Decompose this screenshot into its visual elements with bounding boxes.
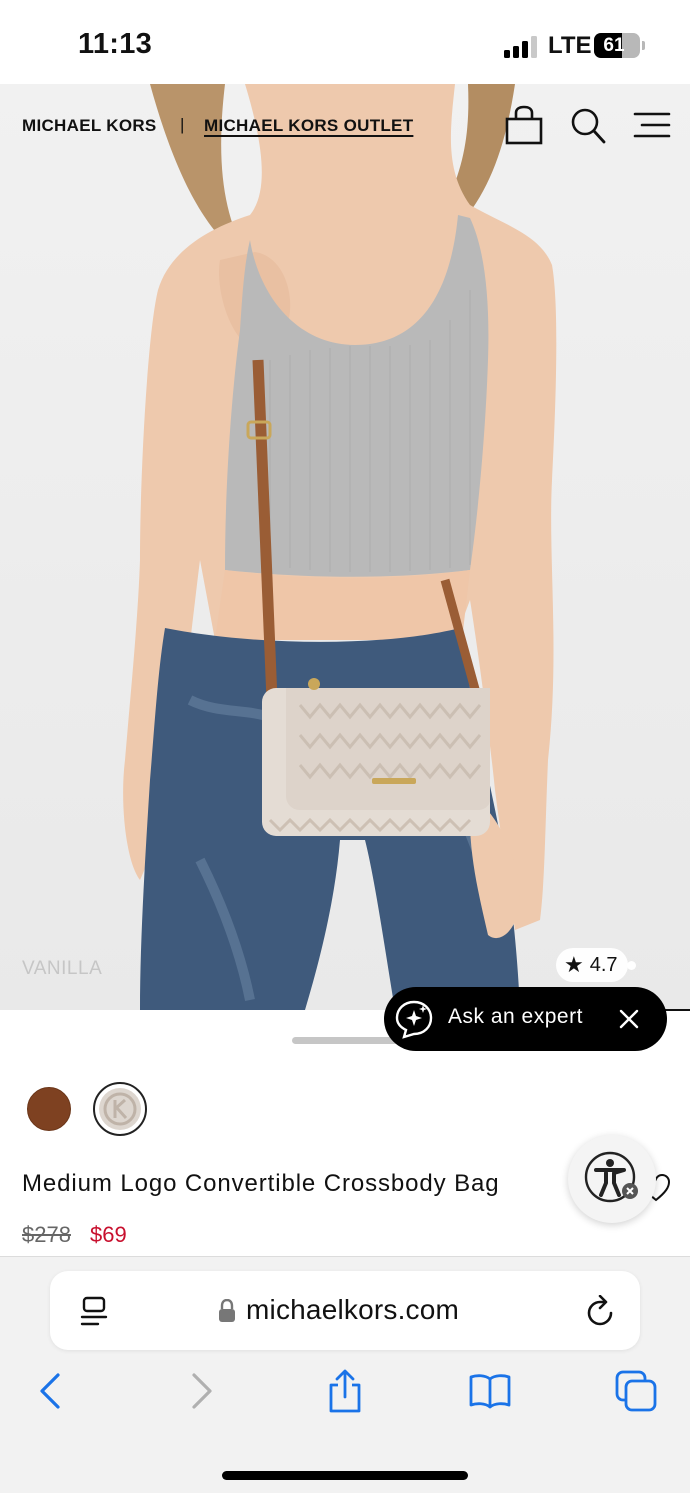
product-title: Medium Logo Convertible Crossbody Bag: [22, 1170, 500, 1197]
status-time: 11:13: [78, 28, 153, 60]
rating-value: 4.7: [589, 953, 618, 976]
brand-separator: |: [180, 115, 185, 134]
battery-percent: 61: [603, 35, 625, 56]
tabs-icon[interactable]: [614, 1369, 658, 1413]
home-indicator: [222, 1471, 468, 1480]
browser-toolbar: michaelkors.com: [0, 1256, 690, 1493]
bookmarks-icon[interactable]: [468, 1369, 512, 1413]
outlet-link[interactable]: MICHAEL KORS OUTLET: [204, 116, 413, 136]
url-text: michaelkors.com: [246, 1294, 460, 1325]
address-bar[interactable]: michaelkors.com: [50, 1271, 640, 1350]
page-menu-icon[interactable]: [80, 1295, 110, 1327]
sheet-handle[interactable]: [292, 1037, 398, 1044]
signal-icon: [504, 36, 538, 58]
ask-expert-button[interactable]: Ask an expert: [384, 987, 667, 1051]
shopping-bag-icon[interactable]: [502, 104, 546, 148]
accessibility-button[interactable]: [568, 1135, 656, 1223]
site-header: MICHAEL KORS | MICHAEL KORS OUTLET: [0, 84, 690, 168]
lock-icon: [219, 1299, 235, 1322]
network-label: LTE: [548, 32, 592, 59]
color-swatch-vanilla[interactable]: [93, 1082, 147, 1136]
forward-icon[interactable]: [178, 1369, 222, 1413]
sparkle-chat-icon: [395, 1000, 433, 1039]
menu-icon[interactable]: [630, 104, 674, 148]
search-icon[interactable]: [566, 104, 610, 148]
rating-badge[interactable]: ★ 4.7: [556, 948, 636, 982]
mk-logo-icon: [103, 1092, 137, 1126]
back-icon[interactable]: [30, 1369, 74, 1413]
close-icon[interactable]: [618, 1008, 640, 1030]
star-icon: ★: [564, 952, 584, 977]
color-swatch-brown[interactable]: [27, 1087, 71, 1131]
color-name-label: VANILLA: [22, 958, 103, 979]
model-illustration: [123, 84, 557, 1010]
sale-price: $69: [90, 1222, 127, 1247]
reload-icon[interactable]: [586, 1295, 616, 1327]
status-bar: 11:13 LTE 61: [0, 0, 690, 84]
ask-expert-label: Ask an expert: [448, 1005, 583, 1028]
product-image[interactable]: [0, 84, 690, 1010]
original-price: $278: [22, 1222, 71, 1247]
battery-icon: 61: [594, 33, 640, 58]
accessibility-icon: [584, 1151, 638, 1203]
brand-link[interactable]: MICHAEL KORS: [22, 116, 157, 136]
share-icon[interactable]: [323, 1369, 367, 1413]
